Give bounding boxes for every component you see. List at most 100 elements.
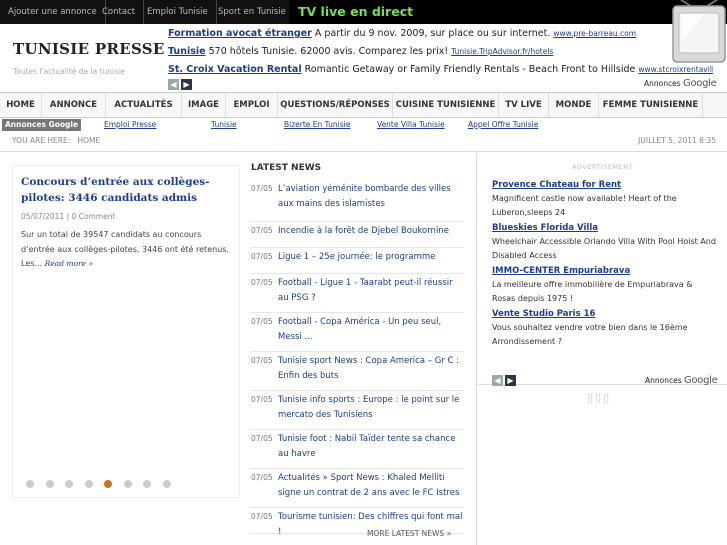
slider-dot[interactable] <box>104 480 112 488</box>
sidebar-ad: IMMO-CENTER Empuriabrava La meilleure of… <box>492 265 717 305</box>
next-arrow-icon[interactable]: ▶ <box>181 79 192 90</box>
next-arrow-icon[interactable]: ▶ <box>505 375 516 386</box>
sidebar-ad-body: Vous souhaitez vendre votre bien dans le… <box>492 323 688 346</box>
nav-tv-live[interactable]: TV LIVE <box>499 93 549 117</box>
ad-link[interactable]: Bizerte En Tunisie <box>284 119 350 131</box>
sidebar-ad-body: Magnificent castle now available! Heart … <box>492 194 677 217</box>
read-more-link[interactable]: Read more » <box>45 259 93 268</box>
featured-comments[interactable]: 0 Comment <box>72 212 116 221</box>
slider-dot[interactable] <box>45 480 54 488</box>
news-title[interactable]: Tunisie foot : Nabil Taïder tente sa cha… <box>278 432 464 461</box>
news-title[interactable]: L’aviation yéménite bombarde des villes … <box>278 182 464 211</box>
top-ad: St. Croix Vacation Rental Romantic Getaw… <box>168 61 713 79</box>
nav-femme[interactable]: FEMME TUNISIENNE <box>599 93 703 117</box>
breadcrumb-prefix: YOU ARE HERE: <box>12 136 71 145</box>
sidebar-ad-title[interactable]: IMMO-CENTER Empuriabrava <box>492 265 717 278</box>
news-item[interactable]: 07/05 Incendie à la forêt de Djebel Bouko… <box>251 224 464 248</box>
loading-placeholder-icon: ▯▯▯ <box>587 391 612 404</box>
ads-by-google[interactable]: Annonces Google <box>644 78 717 89</box>
news-item[interactable]: 07/05 Tunisie info sports : Europe : le p… <box>251 393 464 430</box>
top-ad: Tunisie 570 hôtels Tunisie. 62000 avis. … <box>168 43 713 61</box>
nav-monde[interactable]: MONDE <box>549 93 599 117</box>
prev-arrow-icon[interactable]: ◀ <box>492 375 503 386</box>
news-item[interactable]: 07/05 Ligue 1 – 25e journée: le programme <box>251 250 464 274</box>
ad-link-label: Annonces Google <box>2 119 82 131</box>
news-date: 07/05 <box>251 184 273 193</box>
news-title[interactable]: Incendie à la forêt de Djebel Boukornine <box>278 224 464 239</box>
nav-cuisine[interactable]: CUISINE TUNISIENNE <box>393 93 499 117</box>
google-logo: Google <box>684 375 718 386</box>
slider-dot[interactable] <box>162 480 171 488</box>
sidebar-ad: Provence Chateau for Rent Magnificent ca… <box>492 179 717 219</box>
more-latest-news-link[interactable]: MORE LATEST NEWS » <box>367 529 451 538</box>
sidebar-ad-title[interactable]: Provence Chateau for Rent <box>492 179 717 192</box>
ad-link[interactable]: Tunisie <box>211 119 237 131</box>
sidebar-ad: Blueskies Florida Villa Wheelchair Acces… <box>492 222 717 262</box>
news-item[interactable]: 07/05 L’aviation yéménite bombarde des vi… <box>251 182 464 222</box>
sidebar-ad-title[interactable]: Vente Studio Paris 16 <box>492 308 717 321</box>
ad-link[interactable]: Emploi Presse <box>104 119 156 131</box>
nav-home[interactable]: HOME <box>0 93 42 117</box>
top-ad-url[interactable]: www.stcroixrentavilla.com <box>638 65 713 74</box>
featured-date: 05/07/2011 <box>21 212 65 221</box>
slider-dot[interactable] <box>143 480 151 488</box>
news-title[interactable]: Football - Copa América - Un peu seul, M… <box>278 315 464 344</box>
prev-arrow-icon[interactable]: ◀ <box>168 79 179 90</box>
ad-link[interactable]: Appel Offre Tunisie <box>468 119 538 131</box>
site-logo[interactable]: TUNISIE PRESSE <box>13 40 165 58</box>
tv-live-link[interactable]: TV live en direct <box>289 0 727 24</box>
nav-image[interactable]: IMAGE <box>182 93 226 117</box>
news-title[interactable]: Football - Ligue 1 - Taarabt peut-il réu… <box>278 276 464 305</box>
news-title[interactable]: Ligue 1 – 25e journée: le programme <box>278 250 464 265</box>
top-ad-text: Romantic Getaway or Family Friendly Rent… <box>304 64 636 75</box>
ad-link[interactable]: Vente Villa Tunisie <box>377 119 445 131</box>
top-link-jobs[interactable]: Emploi Tunisie <box>139 0 217 24</box>
news-item[interactable]: 07/05 Football - Copa América - Un peu se… <box>251 315 464 352</box>
news-date: 07/05 <box>251 395 273 404</box>
featured-title[interactable]: Concours d’entrée aux collèges-pilotes: … <box>21 174 233 206</box>
featured-excerpt: Sur un total de 39547 candidats au conco… <box>21 228 233 272</box>
news-item[interactable]: 07/05 Tunisie sport News : Copa America –… <box>251 354 464 391</box>
nav-emploi[interactable]: EMPLOI <box>226 93 278 117</box>
news-date: 07/05 <box>251 356 273 365</box>
featured-slider: Concours d’entrée aux collèges-pilotes: … <box>12 165 240 498</box>
sidebar-ad-nav: ◀ ▶ <box>492 375 518 386</box>
slider-dot[interactable] <box>123 480 132 488</box>
top-ad-text: A partir du 9 nov. 2009, sur place ou su… <box>314 28 551 39</box>
news-item[interactable]: 07/05 Football - Ligue 1 - Taarabt peut-i… <box>251 276 464 313</box>
nav-actualites[interactable]: ACTUALITÉS <box>106 93 182 117</box>
top-link-sport[interactable]: Sport en Tunisie <box>210 0 295 24</box>
nav-questions[interactable]: QUESTIONS/RÉPONSES <box>278 93 393 117</box>
top-ad-title[interactable]: Tunisie <box>168 46 206 57</box>
top-link-add-ad[interactable]: Ajouter une annonce <box>0 0 106 24</box>
slider-dot[interactable] <box>65 480 73 488</box>
breadcrumb-trail: YOU ARE HERE: HOME <box>12 136 100 145</box>
news-item[interactable]: 07/05 Actualités » Sport News : Khaled Me… <box>251 471 464 508</box>
latest-news-heading: LATEST NEWS <box>251 163 322 173</box>
top-ad-title[interactable]: St. Croix Vacation Rental <box>168 64 302 75</box>
breadcrumb-home[interactable]: HOME <box>77 136 100 145</box>
news-title[interactable]: Actualités » Sport News : Khaled Melliti… <box>278 471 464 500</box>
sidebar-ad-body: Wheelchair Accessible Orlando Villa With… <box>492 237 716 260</box>
slider-dot[interactable] <box>84 480 93 488</box>
slider-dot[interactable] <box>26 480 34 488</box>
news-title[interactable]: Tunisie sport News : Copa America – Gr C… <box>278 354 464 383</box>
nav-annonce[interactable]: ANNONCE <box>42 93 106 117</box>
sidebar-ad: Vente Studio Paris 16 Vous souhaitez ven… <box>492 308 717 348</box>
top-ad-title[interactable]: Formation avocat étranger <box>168 28 312 39</box>
breadcrumb: YOU ARE HERE: HOME JUILLET 5, 2011 6:35 <box>0 132 727 152</box>
main-nav: HOME ANNONCE ACTUALITÉS IMAGE EMPLOI QUE… <box>0 92 727 118</box>
top-ad-nav: ◀ ▶ <box>168 79 194 90</box>
news-date: 07/05 <box>251 226 273 235</box>
right-sidebar: ADVERTISEMENT Provence Chateau for Rent … <box>476 153 727 545</box>
news-title[interactable]: Tunisie info sports : Europe : le point … <box>278 393 464 422</box>
news-item[interactable]: 07/05 Tunisie foot : Nabil Taïder tente s… <box>251 432 464 469</box>
top-ad-url[interactable]: Tunisie.TripAdvisor.fr/hotels <box>451 47 553 56</box>
current-date: JUILLET 5, 2011 6:35 <box>638 136 716 145</box>
top-link-contact[interactable]: Contact <box>94 0 145 24</box>
top-ad-url[interactable]: www.pre-barreau.com <box>553 29 636 38</box>
sidebar-ad-title[interactable]: Blueskies Florida Villa <box>492 222 717 235</box>
google-logo: Google <box>683 78 717 89</box>
ads-by-google[interactable]: Annonces Google <box>645 375 718 386</box>
news-date: 07/05 <box>251 278 273 287</box>
